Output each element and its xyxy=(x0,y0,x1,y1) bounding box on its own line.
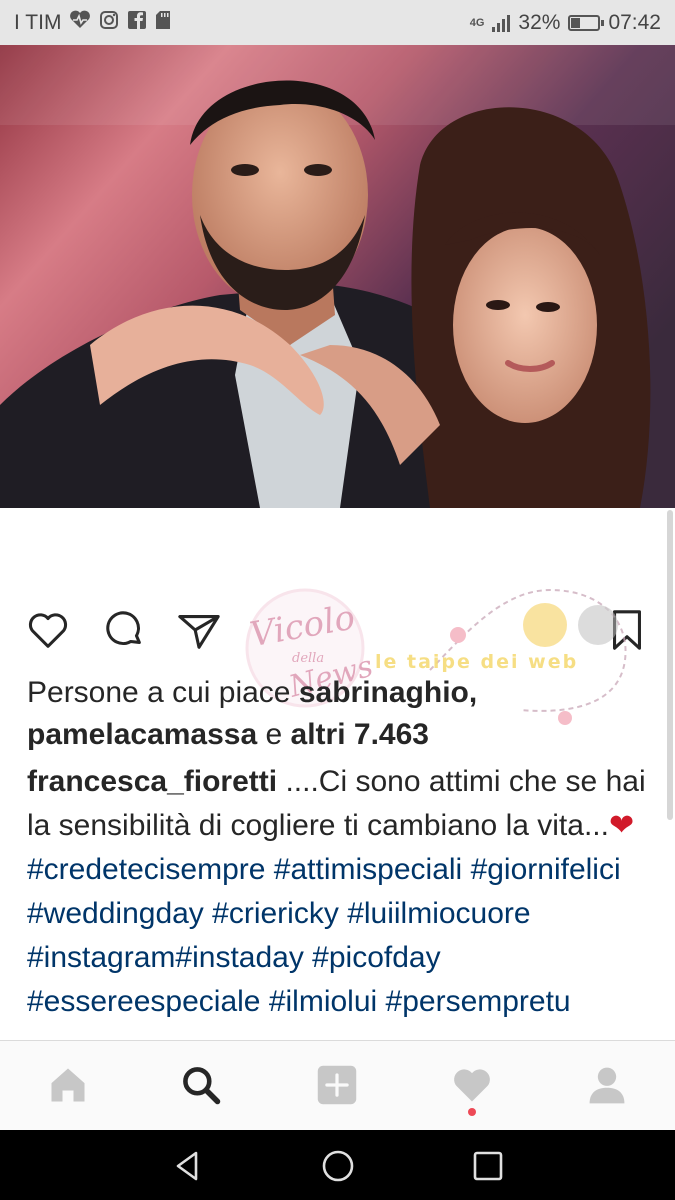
scrollbar[interactable] xyxy=(667,510,673,820)
nav-home[interactable] xyxy=(42,1059,94,1111)
nav-activity[interactable] xyxy=(446,1059,498,1111)
bookmark-button[interactable] xyxy=(602,605,652,655)
caption-clip: francesca_fioretti ....Ci sono attimi ch… xyxy=(0,760,675,1042)
comment-button[interactable] xyxy=(99,605,149,655)
likes-separator: , xyxy=(468,676,478,709)
heart-pulse-icon xyxy=(69,10,91,36)
likes-others[interactable]: altri 7.463 xyxy=(291,718,429,751)
nav-search[interactable] xyxy=(175,1059,227,1111)
facebook-icon xyxy=(127,10,147,36)
like-icon xyxy=(28,613,68,648)
status-bar: I TIM 4G 32% 07:42 xyxy=(0,0,675,45)
recents-icon xyxy=(473,1151,503,1181)
status-right: 4G 32% 07:42 xyxy=(470,11,661,35)
signal-icon xyxy=(492,14,511,32)
battery-percent: 32% xyxy=(518,10,561,34)
home-icon xyxy=(51,1068,85,1102)
search-icon xyxy=(183,1067,221,1105)
system-nav-bar xyxy=(0,1130,675,1200)
bottom-nav xyxy=(0,1040,675,1130)
liker-user-1[interactable]: sabrinaghio xyxy=(299,676,469,709)
circle-home-icon xyxy=(322,1150,354,1182)
sd-card-icon xyxy=(155,10,171,36)
back-button[interactable] xyxy=(166,1144,210,1188)
bookmark-icon xyxy=(613,610,641,650)
back-icon xyxy=(176,1151,198,1181)
hashtag[interactable]: #attimispeciali xyxy=(274,853,462,886)
carrier-label: I TIM xyxy=(14,10,62,34)
share-icon xyxy=(178,615,220,649)
nav-profile[interactable] xyxy=(581,1059,633,1111)
share-button[interactable] xyxy=(174,605,224,655)
like-button[interactable] xyxy=(23,605,73,655)
hashtag[interactable]: #weddingday xyxy=(27,897,204,930)
status-left: I TIM xyxy=(14,10,171,36)
post-photo[interactable] xyxy=(0,45,675,508)
network-label: 4G xyxy=(469,16,485,29)
home-system-button[interactable] xyxy=(316,1144,360,1188)
hashtag[interactable]: #essereespeciale #ilmiolui #persempretu xyxy=(27,985,571,1018)
battery-fill xyxy=(571,17,581,28)
likes-line: Persone a cui piace sabrinaghio, pamelac… xyxy=(27,672,657,756)
recents-button[interactable] xyxy=(466,1144,510,1188)
likes-prefix: Persone a cui piace xyxy=(27,676,299,709)
red-heart-icon: ❤ xyxy=(608,809,635,842)
hashtag[interactable]: #criericky xyxy=(212,897,339,930)
add-icon xyxy=(317,1065,357,1105)
likes-conjunction: e xyxy=(257,718,291,751)
hashtag[interactable]: #giornifelici xyxy=(471,853,621,886)
caption: francesca_fioretti ....Ci sono attimi ch… xyxy=(27,760,657,1024)
caption-author[interactable]: francesca_fioretti xyxy=(27,765,277,798)
battery-icon xyxy=(568,14,605,31)
hashtag[interactable]: #picofday xyxy=(312,941,440,974)
instagram-icon xyxy=(99,10,119,36)
hashtag[interactable]: #luiilmiocuore xyxy=(347,897,530,930)
comment-icon xyxy=(106,611,141,645)
notification-dot xyxy=(468,1108,476,1116)
hashtag[interactable]: #instagram#instaday xyxy=(27,941,304,974)
post-actions xyxy=(0,605,675,657)
photo-illustration xyxy=(0,45,675,508)
clock: 07:42 xyxy=(608,10,661,34)
activity-icon xyxy=(454,1069,490,1102)
hashtag[interactable]: #credetecisempre xyxy=(27,853,265,886)
liker-user-2[interactable]: pamelacamassa xyxy=(27,718,257,751)
nav-add[interactable] xyxy=(311,1059,363,1111)
profile-icon xyxy=(589,1067,625,1104)
